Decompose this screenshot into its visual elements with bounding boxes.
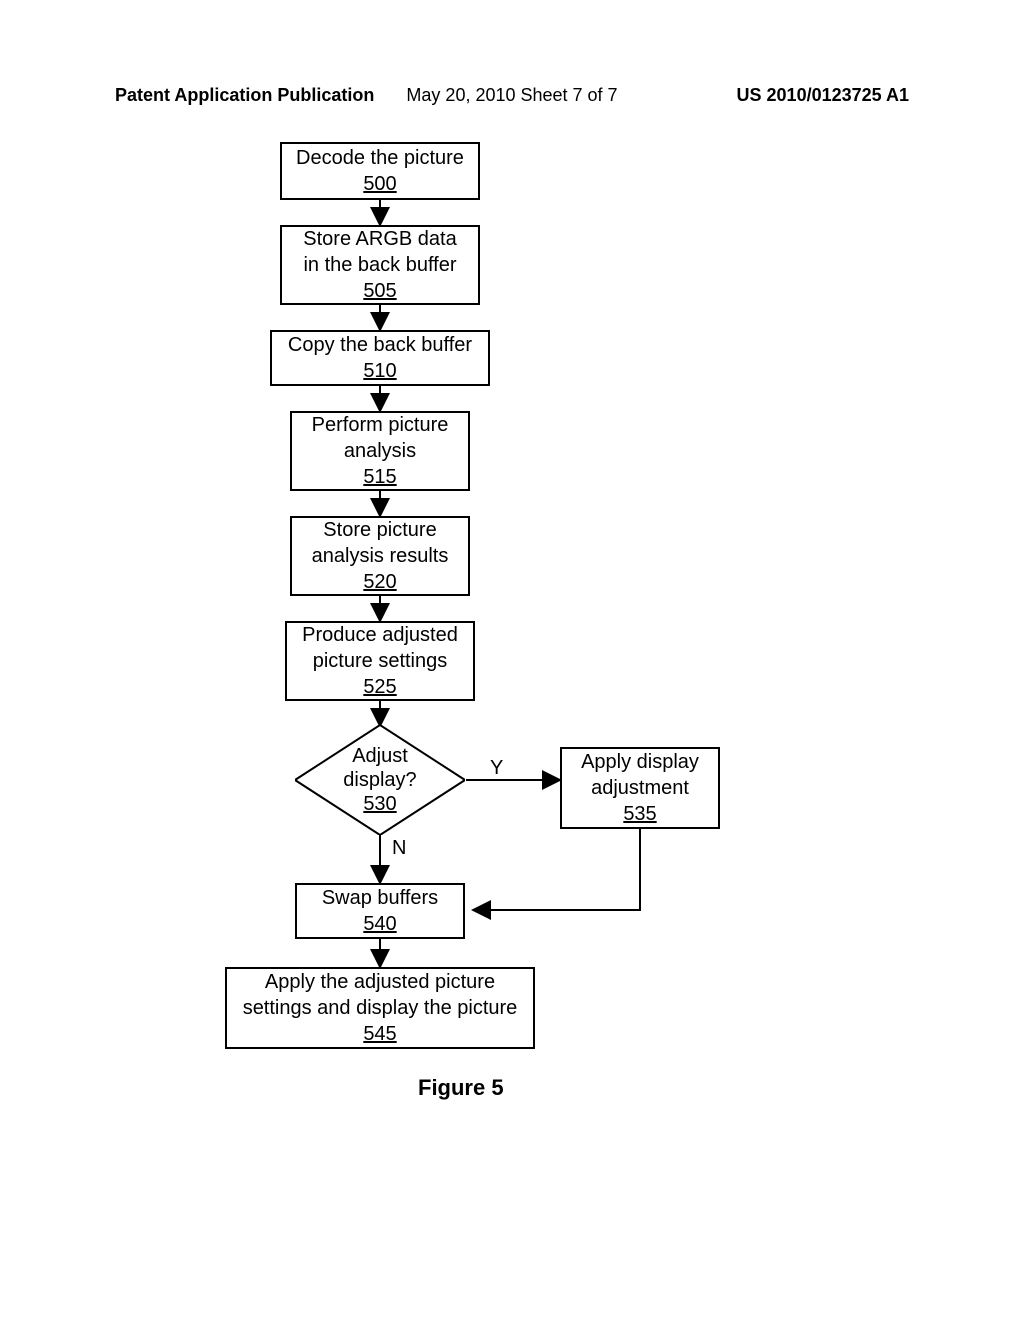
step-text: Store ARGB data [303, 226, 456, 252]
step-text: Swap buffers [322, 885, 438, 911]
step-decode-picture: Decode the picture 500 [280, 142, 480, 200]
header-publication: Patent Application Publication [115, 85, 374, 106]
decision-adjust-display: Adjust display? 530 [295, 725, 465, 835]
flowchart: Decode the picture 500 Store ARGB data i… [0, 135, 1024, 1235]
step-text: settings and display the picture [243, 995, 518, 1021]
header-patent-number: US 2010/0123725 A1 [737, 85, 909, 106]
step-text: Apply display [581, 749, 699, 775]
step-ref: 510 [363, 358, 396, 384]
decision-ref: 530 [363, 792, 396, 816]
step-text: analysis [344, 438, 416, 464]
step-ref: 535 [623, 801, 656, 827]
step-ref: 540 [363, 911, 396, 937]
step-text: Decode the picture [296, 145, 464, 171]
step-ref: 505 [363, 278, 396, 304]
step-swap-buffers: Swap buffers 540 [295, 883, 465, 939]
step-copy-back-buffer: Copy the back buffer 510 [270, 330, 490, 386]
step-store-argb: Store ARGB data in the back buffer 505 [280, 225, 480, 305]
figure-caption: Figure 5 [418, 1075, 504, 1101]
step-text: Perform picture [312, 412, 449, 438]
step-ref: 520 [363, 569, 396, 595]
label-no: N [392, 837, 406, 860]
step-perform-analysis: Perform picture analysis 515 [290, 411, 470, 491]
step-text: picture settings [313, 648, 448, 674]
flowchart-connectors [0, 135, 1024, 1235]
step-apply-and-display: Apply the adjusted picture settings and … [225, 967, 535, 1049]
step-apply-display-adjustment: Apply display adjustment 535 [560, 747, 720, 829]
step-store-results: Store picture analysis results 520 [290, 516, 470, 596]
step-text: Produce adjusted [302, 622, 458, 648]
step-text: Copy the back buffer [288, 332, 472, 358]
step-ref: 545 [363, 1021, 396, 1047]
step-ref: 525 [363, 674, 396, 700]
step-text: analysis results [312, 543, 449, 569]
header-date-sheet: May 20, 2010 Sheet 7 of 7 [406, 85, 617, 106]
step-produce-adjusted: Produce adjusted picture settings 525 [285, 621, 475, 701]
label-yes: Y [490, 757, 503, 780]
step-ref: 515 [363, 464, 396, 490]
step-ref: 500 [363, 171, 396, 197]
decision-text: display? [343, 768, 416, 792]
step-text: adjustment [591, 775, 689, 801]
step-text: Store picture [323, 517, 436, 543]
step-text: Apply the adjusted picture [265, 969, 495, 995]
step-text: in the back buffer [303, 252, 456, 278]
decision-text: Adjust [352, 744, 408, 768]
